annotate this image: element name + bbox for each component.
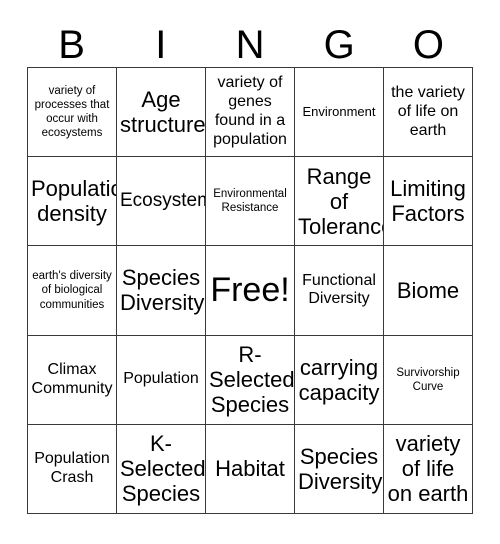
bingo-cell[interactable]: variety of processes that occur with eco… [28,68,117,158]
bingo-cell-label: Species Diversity [120,265,205,316]
bingo-cell[interactable]: Environmental Resistance [206,157,295,247]
bingo-cell-label: earth's diversity of biological communit… [32,270,112,311]
header-letter-n: N [235,23,265,67]
bingo-cell[interactable]: Environment [295,68,384,158]
bingo-cell-label: Habitat [215,456,285,482]
bingo-cell-label: Limiting Factors [390,176,466,227]
bingo-cell[interactable]: Ecosystems [117,157,206,247]
header-letter-b: B [58,23,85,67]
header-letter-g: G [323,23,355,67]
bingo-grid: variety of processes that occur with eco… [27,67,473,514]
bingo-cell-label: Functional Diversity [302,271,376,308]
bingo-cell[interactable]: variety of life on earth [384,424,473,514]
bingo-header: B I N G O [27,20,473,66]
bingo-cell[interactable]: Age structure [117,68,206,158]
bingo-cell[interactable]: Population [117,335,206,425]
bingo-cell-label: Population Crash [34,450,110,486]
header-letter-o: O [412,23,444,67]
bingo-cell-label: K- Selected Species [120,431,206,507]
bingo-cell-label: variety of life on earth [387,431,469,507]
header-letter-i: I [155,23,167,67]
bingo-cell-label: Population density [31,176,116,227]
bingo-cell[interactable]: R- Selected Species [206,335,295,425]
bingo-cell-label: Range of Tolerance [298,163,384,239]
bingo-cell-label: Survivorship Curve [396,366,460,393]
bingo-cell-label: Environment [302,104,376,120]
bingo-cell[interactable]: Habitat [206,424,295,514]
bingo-cell-label: Environmental Resistance [213,188,287,215]
bingo-cell-label: Species Diversity [298,443,383,494]
bingo-cell[interactable]: variety of genes found in a population [206,68,295,158]
bingo-cell-label: variety of genes found in a population [213,74,287,148]
bingo-cell[interactable]: Functional Diversity [295,246,384,336]
bingo-cell[interactable]: Survivorship Curve [384,335,473,425]
bingo-cell-label: Ecosystems [120,190,205,212]
bingo-cell[interactable]: K- Selected Species [117,424,206,514]
bingo-cell[interactable]: Limiting Factors [384,157,473,247]
bingo-cell[interactable]: earth's diversity of biological communit… [28,246,117,336]
bingo-cell-label: Free! [210,270,290,309]
bingo-cell-label: variety of processes that occur with eco… [34,85,110,140]
bingo-cell[interactable]: Population density [28,157,117,247]
bingo-cell[interactable]: Biome [384,246,473,336]
bingo-cell[interactable]: Climax Community [28,335,117,425]
bingo-cell-label: R- Selected Species [209,342,295,418]
bingo-cell-label: Population [123,370,199,388]
bingo-cell-label: Biome [396,277,460,303]
bingo-cell-label: Climax Community [31,360,113,397]
bingo-cell[interactable]: Population Crash [28,424,117,514]
bingo-cell-label: the variety of life on earth [391,83,465,139]
bingo-cell[interactable]: Species Diversity [295,424,384,514]
bingo-cell[interactable]: Range of Tolerance [295,157,384,247]
bingo-cell[interactable]: the variety of life on earth [384,68,473,158]
bingo-cell-label: Age structure [120,87,206,138]
bingo-cell[interactable]: carrying capacity [295,335,384,425]
bingo-card: B I N G O variety of processes that occu… [0,0,500,544]
bingo-cell[interactable]: Species Diversity [117,246,206,336]
bingo-cell-free[interactable]: Free! [206,246,295,336]
bingo-cell-label: carrying capacity [298,354,380,405]
